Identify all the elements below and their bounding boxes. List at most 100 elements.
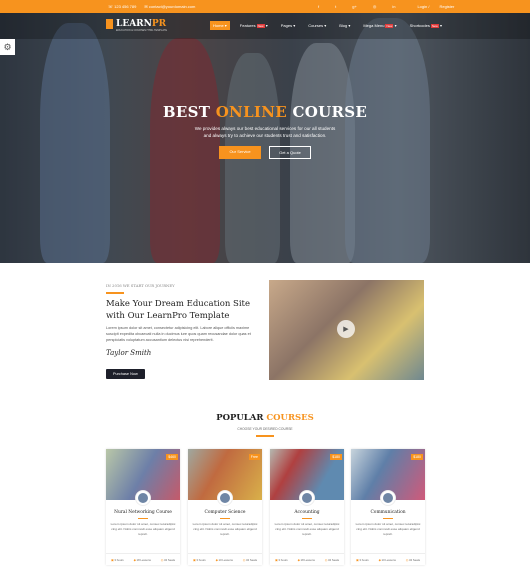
divider [106,292,124,294]
course-title[interactable]: Accounting [270,510,344,515]
nav-label: Shortcodes [409,23,430,28]
hours-text: 3 hours [359,557,369,562]
linkedin-icon[interactable]: in [392,4,395,9]
divider [383,518,393,519]
book-icon: ◆ [378,557,381,562]
nav-home[interactable]: Home ▾ [210,21,230,30]
google-plus-icon[interactable]: g+ [352,4,357,9]
settings-gear-icon[interactable]: ⚙ [0,39,15,55]
course-image[interactable]: $180 [351,449,425,506]
course-card[interactable]: Free Computer Science Lorem ipsum dolor … [188,449,262,565]
duration: ▣ 3 hours [275,558,288,562]
hero-title-part: COURSE [286,103,368,121]
duration: ▣ 3 hours [111,558,124,562]
course-image[interactable]: $180 [270,449,344,506]
nav-label: Pages ▾ [280,23,296,28]
main-nav: LEARN PR EDUCATION & COURSES HTML TEMPLAT… [0,13,530,39]
seats-text: 34 Seats [163,557,176,562]
divider [302,518,312,519]
signature: Taylor Smith [106,348,152,357]
price-badge: $180 [411,454,423,460]
section-subtitle: CHOOSE YOUR DESIRED COURSE [237,427,293,431]
avatar-image [302,493,312,503]
book-icon: ◆ [297,557,300,562]
hero-line: and always try to achieve our students t… [203,133,327,138]
hero-line: We provides always our best educational … [194,126,336,131]
register-link[interactable]: Register [439,4,454,9]
phone-text: ☏ 123 456 789 [108,4,137,9]
course-card[interactable]: $460 Nural Networking Course Lorem ipsum… [106,449,180,565]
seat-icon: ◎ [242,557,246,562]
logo-icon [106,19,113,29]
facebook-icon[interactable]: f [318,4,319,9]
hero-title: BEST ONLINE COURSE [0,103,530,121]
duration: ▣ 3 hours [356,558,369,562]
logo[interactable]: LEARN PR EDUCATION & COURSES HTML TEMPLAT… [106,19,168,32]
course-description: Lorem ipsum dolor sit amet, consec tetur… [110,522,176,536]
menu: Home ▾ Features New ▾ Pages ▾ Courses ▾ B… [210,21,445,30]
title-part: POPULAR [216,413,267,423]
course-image[interactable]: $460 [106,449,180,506]
instructor-avatar[interactable] [299,490,315,506]
nav-courses[interactable]: Courses ▾ [305,21,329,30]
nav-label: Home ▾ [213,23,227,28]
instructor-avatar[interactable] [135,490,151,506]
hours-text: 3 hours [278,557,288,562]
lessons-text: 18 Lessons [300,557,315,562]
nav-pages[interactable]: Pages ▾ [278,21,298,30]
duration: ▣ 3 hours [193,558,206,562]
divider [220,518,230,519]
seats: ◎ 34 Seats [325,558,339,562]
seats-text: 34 Seats [245,557,258,562]
logo-tagline: EDUCATION & COURSES HTML TEMPLATE [116,29,168,32]
title-accent: COURSES [266,413,314,423]
about-kicker: IN 2016 WE START OUR JOURNEY [106,283,175,288]
logo-text: LEARN [116,19,152,29]
new-badge: New [385,24,394,28]
instructor-avatar[interactable] [380,490,396,506]
seats: ◎ 34 Seats [243,558,257,562]
seats: ◎ 34 Seats [161,558,175,562]
avatar-image [220,493,230,503]
play-icon[interactable]: ▶ [337,320,355,338]
twitter-icon[interactable]: t [335,4,336,9]
course-card[interactable]: $180 Communication Lorem ipsum dolor sit… [351,449,425,565]
nav-label: Mega Menu [363,23,385,28]
login-link[interactable]: Login / [417,4,429,9]
purchase-now-button[interactable]: Purchase Now [106,368,145,379]
course-card[interactable]: $180 Accounting Lorem ipsum dolor sit am… [270,449,344,565]
course-description: Lorem ipsum dolor sit amet, consec tetur… [274,522,340,536]
about-text: Lorem ipsum dolor sit amet, consectetur … [106,325,251,342]
new-badge: New [256,24,265,28]
nav-shortcodes[interactable]: Shortcodes New ▾ [407,21,445,30]
lessons: ◆ 18 Lessons [134,558,151,562]
seats: ◎ 34 Seats [406,558,420,562]
lessons: ◆ 18 Lessons [298,558,315,562]
course-title[interactable]: Communication [351,510,425,515]
lessons-text: 10 Lessons [381,557,396,562]
top-bar: ☏ 123 456 789 ✉ contact@yourdomain.com f… [0,0,530,13]
instructor-avatar[interactable] [217,490,233,506]
seats-text: 34 Seats [408,557,421,562]
lessons: ◆ 10 Lessons [379,558,396,562]
nav-mega-menu[interactable]: Mega Menu New ▾ [360,21,399,30]
hours-text: 3 hours [196,557,206,562]
instagram-icon[interactable]: ◎ [373,4,377,9]
seats-text: 34 Seats [327,557,340,562]
about-section: IN 2016 WE START OUR JOURNEY Make Your D… [106,283,261,380]
course-title[interactable]: Nural Networking Course [106,510,180,515]
get-quote-button[interactable]: Get a Quote [269,146,311,159]
nav-blog[interactable]: Blog ▾ [336,21,353,30]
hero-title-accent: ONLINE [215,103,287,121]
nav-features[interactable]: Features New ▾ [237,21,271,30]
hero-title-part: BEST [162,103,216,121]
book-icon: ◆ [133,557,136,562]
video-thumbnail[interactable]: ▶ [269,280,424,380]
lessons: ◆ 10 Lessons [216,558,233,562]
our-service-button[interactable]: Our Service [219,146,261,159]
course-image[interactable]: Free [188,449,262,506]
price-badge: $460 [166,454,178,460]
email-link[interactable]: ✉ contact@yourdomain.com [144,4,195,9]
book-icon: ◆ [215,557,218,562]
course-title[interactable]: Computer Science [188,510,262,515]
